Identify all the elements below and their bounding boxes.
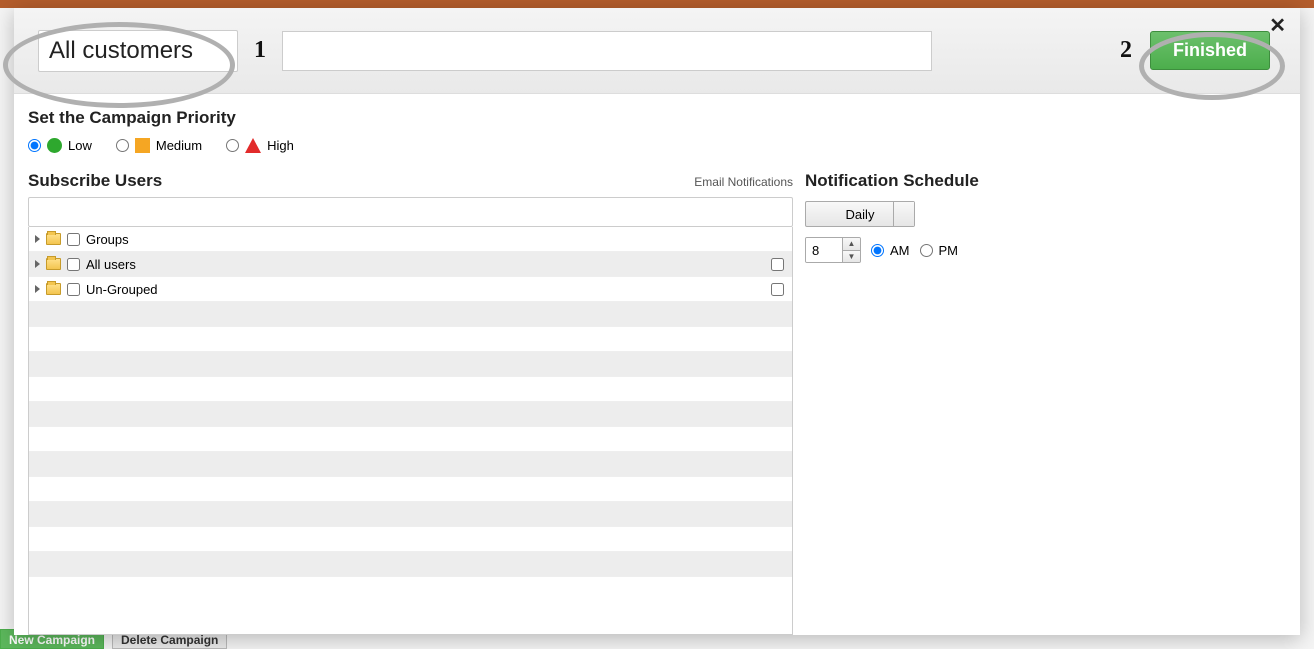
tree-row-empty	[29, 527, 792, 552]
folder-icon	[46, 233, 61, 245]
subscribe-column: Subscribe Users Email Notifications Grou…	[28, 171, 793, 635]
pm-radio[interactable]	[920, 244, 933, 257]
green-dot-icon	[47, 138, 62, 153]
campaign-name-input[interactable]	[38, 30, 238, 72]
modal-top-overlay	[0, 0, 1314, 8]
schedule-frequency-value: Daily	[846, 207, 875, 222]
columns: Subscribe Users Email Notifications Grou…	[28, 171, 1280, 635]
caret-icon[interactable]	[35, 260, 40, 268]
campaign-search-input[interactable]	[282, 31, 932, 71]
orange-square-icon	[135, 138, 150, 153]
spinner-down-icon[interactable]: ▼	[843, 251, 860, 263]
tree-row-empty	[29, 477, 792, 502]
priority-high-radio[interactable]	[226, 139, 239, 152]
tree-row-empty	[29, 377, 792, 402]
tree-right-checkbox[interactable]	[771, 283, 784, 296]
priority-high-option[interactable]: High	[226, 138, 294, 153]
tree-checkbox[interactable]	[67, 258, 80, 271]
tree-row-empty	[29, 502, 792, 527]
priority-high-label: High	[267, 138, 294, 153]
am-radio[interactable]	[871, 244, 884, 257]
priority-medium-radio[interactable]	[116, 139, 129, 152]
tree-row-empty	[29, 352, 792, 377]
modal-body: Set the Campaign Priority Low Medium Hig…	[14, 94, 1300, 635]
priority-medium-label: Medium	[156, 138, 202, 153]
tree-row-ungrouped[interactable]: Un-Grouped	[29, 277, 792, 302]
tree-label: Groups	[86, 232, 129, 247]
email-notifications-label: Email Notifications	[694, 175, 793, 189]
pm-option[interactable]: PM	[920, 243, 959, 258]
tree-checkbox[interactable]	[67, 283, 80, 296]
red-triangle-icon	[245, 138, 261, 153]
pm-label: PM	[939, 243, 959, 258]
caret-icon[interactable]	[35, 235, 40, 243]
am-label: AM	[890, 243, 910, 258]
finished-button[interactable]: Finished	[1150, 31, 1270, 70]
tree-right-checkbox[interactable]	[771, 258, 784, 271]
tree-row-empty	[29, 402, 792, 427]
modal-header: ✕ 1 2 Finished	[14, 8, 1300, 94]
priority-low-option[interactable]: Low	[28, 138, 92, 153]
tree-row-empty	[29, 452, 792, 477]
step-number-2: 2	[1120, 37, 1132, 64]
schedule-title: Notification Schedule	[805, 171, 1280, 191]
folder-icon	[46, 283, 61, 295]
tree-label: All users	[86, 257, 136, 272]
subscribe-tree[interactable]: Groups All users Un-Grouped	[28, 227, 793, 635]
campaign-modal: ✕ 1 2 Finished Set the Campaign Priority…	[14, 8, 1300, 635]
step-number-1: 1	[254, 37, 266, 64]
tree-row-empty	[29, 327, 792, 352]
priority-low-radio[interactable]	[28, 139, 41, 152]
schedule-hour-stepper[interactable]: ▲ ▼	[805, 237, 861, 263]
chevron-down-icon	[900, 212, 908, 217]
subscribe-title: Subscribe Users	[28, 171, 162, 191]
tree-row-groups[interactable]: Groups	[29, 227, 792, 252]
tree-row-empty	[29, 302, 792, 327]
spinner-up-icon[interactable]: ▲	[843, 238, 860, 251]
schedule-time-row: ▲ ▼ AM PM	[805, 237, 1280, 263]
tree-row-empty	[29, 552, 792, 577]
close-icon[interactable]: ✕	[1269, 16, 1286, 36]
tree-checkbox[interactable]	[67, 233, 80, 246]
subscribe-filter-input[interactable]	[28, 197, 793, 227]
folder-icon	[46, 258, 61, 270]
schedule-column: Notification Schedule Daily ▲ ▼	[803, 171, 1280, 635]
header-content: 1	[38, 30, 1120, 72]
priority-row: Low Medium High	[28, 138, 1280, 153]
am-option[interactable]: AM	[871, 243, 910, 258]
caret-icon[interactable]	[35, 285, 40, 293]
schedule-hour-input[interactable]	[806, 238, 842, 262]
tree-label: Un-Grouped	[86, 282, 158, 297]
tree-row-allusers[interactable]: All users	[29, 252, 792, 277]
tree-row-empty	[29, 427, 792, 452]
priority-title: Set the Campaign Priority	[28, 108, 1280, 128]
priority-medium-option[interactable]: Medium	[116, 138, 202, 153]
subscribe-header: Subscribe Users Email Notifications	[28, 171, 793, 191]
schedule-frequency-dropdown[interactable]: Daily	[805, 201, 915, 227]
spinner-buttons: ▲ ▼	[842, 238, 860, 262]
priority-low-label: Low	[68, 138, 92, 153]
